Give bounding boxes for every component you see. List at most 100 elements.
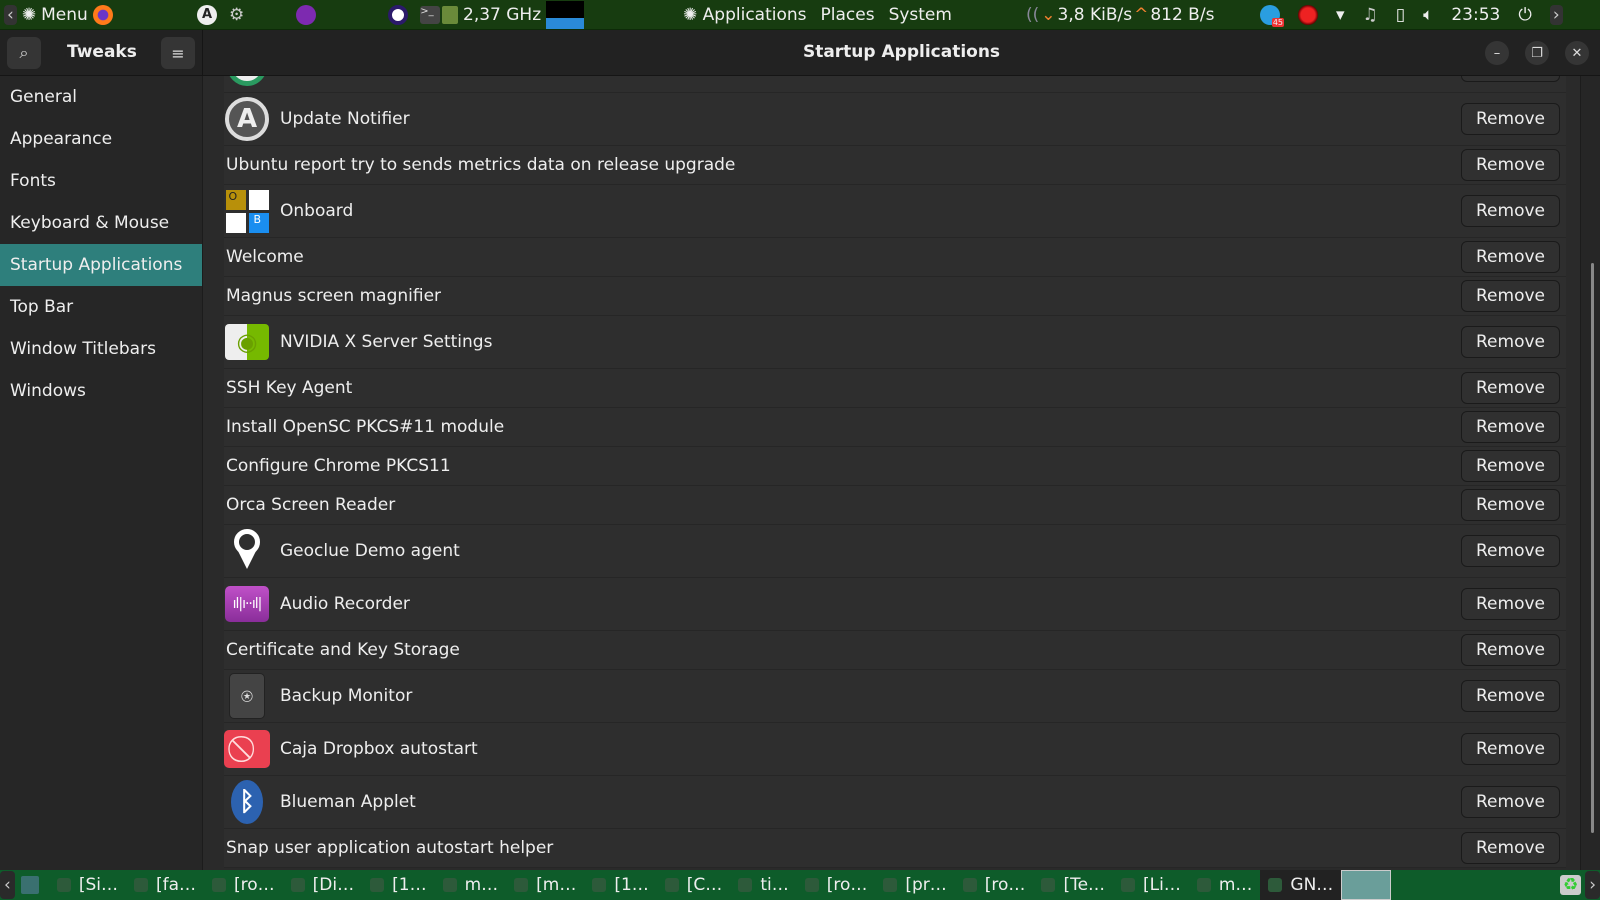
- window-icon: [804, 878, 819, 892]
- taskbar-window-button[interactable]: [pr…: [875, 870, 954, 900]
- window-icon: [212, 878, 227, 892]
- workspace-switcher[interactable]: [1341, 870, 1392, 900]
- taskbar-window-button[interactable]: [ro…: [797, 870, 876, 900]
- taskbar-window-button[interactable]: ti…: [730, 870, 796, 900]
- backup-monitor-icon: ⍟: [224, 673, 270, 719]
- remove-button[interactable]: Remove: [1461, 195, 1560, 227]
- wifi-icon[interactable]: ▾: [1336, 5, 1345, 25]
- taskbar-window-button[interactable]: [1…: [584, 870, 656, 900]
- startup-app-row: ◉ NVIDIA X Server Settings Remove: [224, 316, 1566, 369]
- telegram-icon[interactable]: 45: [1260, 5, 1284, 27]
- bell-icon[interactable]: ♫: [1363, 5, 1378, 25]
- app-name: SSH Key Agent: [226, 378, 353, 398]
- net-up-speed[interactable]: 812 B/s: [1150, 5, 1214, 25]
- startup-app-row: Certificate and Key Storage Remove: [224, 631, 1566, 670]
- cpu-graph[interactable]: [546, 1, 585, 29]
- terminal-icon[interactable]: >_: [420, 6, 441, 24]
- taskbar-window-button[interactable]: [Di…: [283, 870, 362, 900]
- volume-icon[interactable]: 🔈︎: [1423, 5, 1433, 25]
- app-name: Ubuntu report try to sends metrics data …: [226, 155, 736, 175]
- window-label: [C…: [686, 875, 723, 895]
- sidebar-item-keyboard-mouse[interactable]: Keyboard & Mouse: [0, 202, 202, 244]
- places-menu[interactable]: Places: [821, 5, 875, 25]
- remove-button[interactable]: Remove: [1461, 733, 1560, 765]
- minimize-button[interactable]: –: [1485, 41, 1509, 65]
- taskbar-window-button[interactable]: [ro…: [955, 870, 1034, 900]
- app-name: Configure Chrome PKCS11: [226, 456, 451, 476]
- taskbar-window-button[interactable]: [m…: [506, 870, 584, 900]
- remove-button[interactable]: Remove: [1461, 489, 1560, 521]
- firefox-icon[interactable]: [92, 5, 113, 25]
- record-icon[interactable]: [1298, 5, 1318, 25]
- scrollbar[interactable]: [1580, 76, 1600, 870]
- chevron-right-icon[interactable]: ›: [1585, 871, 1600, 899]
- clock[interactable]: 23:53: [1451, 5, 1500, 25]
- applications-menu[interactable]: ✺ Applications: [683, 5, 807, 25]
- chevron-right-icon[interactable]: ›: [1549, 5, 1563, 25]
- taskbar-window-button[interactable]: [Si…: [49, 870, 126, 900]
- gears-icon[interactable]: ⚙: [229, 5, 244, 25]
- taskbar-window-button[interactable]: m…: [435, 870, 507, 900]
- remove-button[interactable]: Remove: [1461, 634, 1560, 666]
- chevron-left-icon[interactable]: ‹: [0, 871, 15, 899]
- startup-app-row: ⍟ Backup Monitor Remove: [224, 670, 1566, 723]
- remove-button[interactable]: Remove: [1461, 588, 1560, 620]
- opera-icon[interactable]: [388, 5, 409, 25]
- remove-button[interactable]: Remove: [1461, 535, 1560, 567]
- sidebar-item-windows[interactable]: Windows: [0, 370, 202, 412]
- menu-button[interactable]: Menu: [41, 5, 88, 25]
- sidebar-item-window-titlebars[interactable]: Window Titlebars: [0, 328, 202, 370]
- close-button[interactable]: ✕: [1565, 41, 1589, 65]
- app-name: NVIDIA X Server Settings: [280, 332, 493, 352]
- battery-icon[interactable]: ▯: [1396, 5, 1405, 25]
- trash-icon[interactable]: ♻: [1559, 875, 1582, 895]
- taskbar-window-button[interactable]: [Li…: [1113, 870, 1189, 900]
- update-notifier-tray-icon[interactable]: A: [197, 5, 217, 25]
- sidebar-item-top-bar[interactable]: Top Bar: [0, 286, 202, 328]
- remove-button[interactable]: Remove: [1461, 832, 1560, 864]
- remove-button[interactable]: Remove: [1461, 411, 1560, 443]
- taskbar-window-button[interactable]: m…: [1189, 870, 1261, 900]
- download-arrow-icon: ⌄: [1041, 5, 1056, 25]
- maximize-button[interactable]: ❐: [1525, 41, 1549, 65]
- scrollbar-thumb[interactable]: [1591, 263, 1594, 833]
- taskbar-window-button[interactable]: [fa…: [126, 870, 204, 900]
- remove-button[interactable]: Remove: [1461, 241, 1560, 273]
- remove-button[interactable]: Remove: [1461, 280, 1560, 312]
- cpu-frequency[interactable]: 2,37 GHz: [463, 5, 541, 25]
- sidebar-item-appearance[interactable]: Appearance: [0, 118, 202, 160]
- show-desktop-button[interactable]: [20, 876, 39, 894]
- main-menu-button[interactable]: ≡: [161, 37, 195, 69]
- taskbar-window-button[interactable]: GN…: [1260, 870, 1342, 900]
- sidebar-item-startup-applications[interactable]: Startup Applications: [0, 244, 202, 286]
- window-label: GN…: [1290, 875, 1334, 895]
- sidebar-item-fonts[interactable]: Fonts: [0, 160, 202, 202]
- app-name: Magnus screen magnifier: [226, 286, 442, 306]
- remove-button[interactable]: Remove: [1461, 149, 1560, 181]
- net-down-speed[interactable]: 3,8 KiB/s: [1058, 5, 1133, 25]
- tor-icon[interactable]: [296, 5, 317, 25]
- window-icon: [1041, 878, 1056, 892]
- remove-button[interactable]: Remove: [1461, 786, 1560, 818]
- remove-button[interactable]: Remove: [1461, 103, 1560, 135]
- chevron-left-icon[interactable]: ‹: [4, 5, 17, 25]
- remove-button[interactable]: Remove: [1461, 326, 1560, 358]
- taskbar-window-button[interactable]: [Te…: [1033, 870, 1113, 900]
- app-name: Caja Dropbox autostart: [280, 739, 478, 759]
- power-icon[interactable]: ⏻: [1518, 5, 1531, 25]
- notification-badge: 45: [1271, 18, 1284, 27]
- remove-button[interactable]: Remove: [1461, 76, 1560, 82]
- app-name: Update Notifier: [280, 109, 410, 129]
- app-name: Snap user application autostart helper: [226, 838, 554, 858]
- window-label: [ro…: [984, 875, 1026, 895]
- remove-button[interactable]: Remove: [1461, 372, 1560, 404]
- taskbar-window-button[interactable]: [1…: [362, 870, 434, 900]
- header-bar: ⌕ Tweaks ≡ Startup Applications – ❐ ✕: [0, 30, 1600, 76]
- search-button[interactable]: ⌕: [7, 37, 41, 69]
- system-menu[interactable]: System: [889, 5, 952, 25]
- taskbar-window-button[interactable]: [ro…: [204, 870, 283, 900]
- remove-button[interactable]: Remove: [1461, 450, 1560, 482]
- sidebar-item-general[interactable]: General: [0, 76, 202, 118]
- remove-button[interactable]: Remove: [1461, 680, 1560, 712]
- taskbar-window-button[interactable]: [C…: [657, 870, 731, 900]
